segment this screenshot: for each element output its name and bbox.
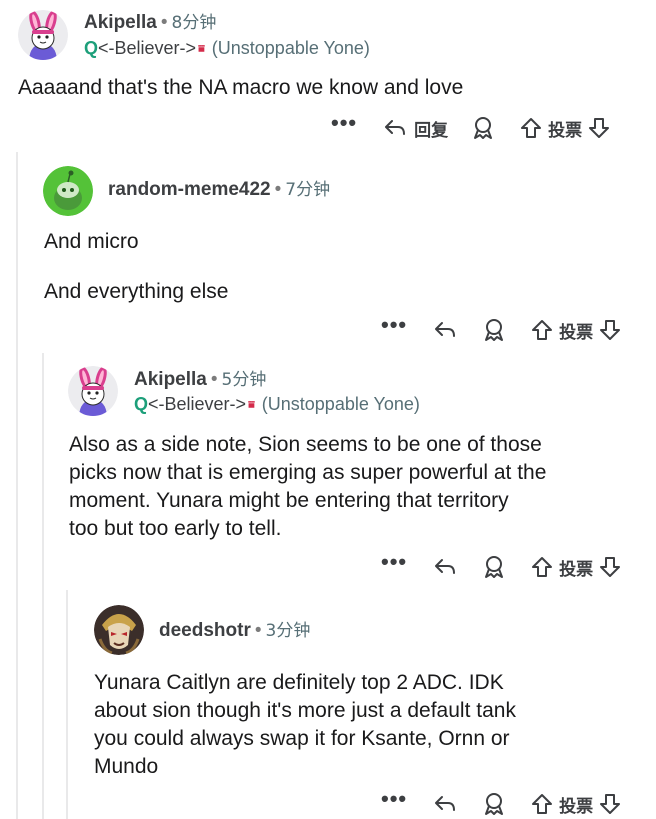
thread-line[interactable] [42, 353, 44, 819]
downvote-button[interactable] [599, 793, 621, 815]
comment-actions: ••• 投票 [381, 314, 621, 345]
comment-meta: Akipella • 5分钟 [134, 368, 266, 392]
comment-paragraph: Also as a side note, Sion seems to be on… [69, 433, 542, 456]
award-button[interactable] [483, 318, 505, 342]
flair-tag: <-Believer-> [148, 394, 247, 414]
downvote-button[interactable] [599, 556, 621, 578]
comment-body: Aaaaand that's the NA macro we know and … [18, 74, 463, 102]
username[interactable]: Akipella [84, 12, 157, 33]
downvote-button[interactable] [588, 117, 610, 139]
award-icon [485, 319, 504, 341]
upvote-icon [521, 118, 542, 138]
flair-logo-icon: ⩸ [248, 399, 255, 411]
flair-text: (Unstoppable Yone) [261, 394, 420, 414]
separator-dot: • [274, 179, 282, 200]
comment-meta: Akipella • 8分钟 [84, 11, 216, 35]
username[interactable]: deedshotr [159, 620, 251, 641]
more-button[interactable]: ••• [381, 551, 407, 573]
avatar[interactable] [94, 605, 144, 655]
username[interactable]: Akipella [134, 369, 207, 390]
flair-tag: <-Believer-> [98, 38, 197, 58]
comment-paragraph: And micro [44, 230, 139, 253]
reply-icon [435, 796, 456, 811]
comment-meta: random-meme422 • 7分钟 [108, 178, 330, 202]
comment-paragraph: about sion though it's more just a defau… [94, 699, 516, 722]
award-icon [474, 117, 493, 139]
comment-paragraph: too but too early to tell. [69, 517, 282, 540]
timestamp: 7分钟 [285, 180, 331, 200]
comment-paragraph: you could always swap it for Ksante, Orn… [94, 727, 510, 750]
more-button[interactable]: ••• [381, 788, 407, 810]
upvote-button[interactable] [531, 793, 553, 815]
award-icon [485, 556, 504, 578]
award-button[interactable] [483, 555, 505, 579]
comment-body: Also as a side note, Sion seems to be on… [69, 431, 546, 543]
thread-line[interactable] [16, 152, 18, 819]
comment-paragraph: Aaaaand that's the NA macro we know and … [18, 76, 464, 99]
more-button[interactable]: ••• [381, 314, 407, 336]
reply-icon [385, 120, 406, 135]
comment-paragraph: Mundo [94, 755, 159, 778]
flair-logo-icon: ⩸ [198, 43, 205, 55]
timestamp: 8分钟 [171, 13, 217, 33]
award-button[interactable] [483, 792, 505, 816]
award-icon [485, 793, 504, 815]
comment-body: Yunara Caitlyn are definitely top 2 ADC.… [94, 669, 516, 781]
comment-paragraph: And everything else [44, 280, 229, 303]
bunny-avatar-icon [68, 366, 118, 416]
separator-dot: • [254, 620, 262, 641]
comment-paragraph: Yunara Caitlyn are definitely top 2 ADC.… [94, 671, 504, 694]
upvote-button[interactable] [520, 117, 542, 139]
comment-paragraph: picks now that is emerging as super powe… [69, 461, 547, 484]
separator-dot: • [210, 369, 218, 390]
reply-button[interactable] [433, 556, 457, 578]
avatar[interactable] [43, 166, 93, 216]
downvote-icon [600, 794, 621, 814]
username[interactable]: random-meme422 [108, 179, 271, 200]
downvote-icon [600, 557, 621, 577]
avatar[interactable] [68, 366, 118, 416]
reply-icon [435, 559, 456, 574]
comment-paragraph: moment. Yunara might be entering that te… [69, 489, 509, 512]
comment-actions: ••• 投票 [381, 788, 621, 819]
reply-icon [435, 322, 456, 337]
vote-label: 投票 [559, 796, 594, 817]
snoo-avatar-icon [43, 166, 93, 216]
reply-button[interactable]: 回复 [383, 116, 448, 141]
comment-actions: ••• 投票 [381, 551, 621, 582]
flair-prefix: Q [134, 394, 149, 414]
warrior-avatar-icon [94, 605, 144, 655]
timestamp: 3分钟 [265, 621, 311, 641]
timestamp: 5分钟 [221, 370, 267, 390]
downvote-icon [600, 320, 621, 340]
user-flair: Q<-Believer-> ⩸ (Unstoppable Yone) [84, 37, 370, 60]
separator-dot: • [160, 12, 168, 33]
upvote-button[interactable] [531, 319, 553, 341]
comment-meta: deedshotr • 3分钟 [159, 619, 310, 643]
vote-label: 投票 [559, 322, 594, 343]
upvote-icon [532, 320, 553, 340]
vote-label: 投票 [559, 559, 594, 580]
flair-prefix: Q [84, 38, 99, 58]
vote-label: 投票 [548, 120, 583, 141]
downvote-icon [589, 118, 610, 138]
upvote-button[interactable] [531, 556, 553, 578]
upvote-icon [532, 557, 553, 577]
flair-text: (Unstoppable Yone) [211, 38, 370, 58]
reply-button[interactable] [433, 793, 457, 815]
more-button[interactable]: ••• [331, 112, 357, 134]
comment-body: And micro And everything else [44, 228, 228, 306]
award-button[interactable] [472, 116, 494, 140]
reply-button[interactable] [433, 319, 457, 341]
comment-actions: ••• 回复 投票 [331, 112, 610, 143]
downvote-button[interactable] [599, 319, 621, 341]
user-flair: Q<-Believer-> ⩸ (Unstoppable Yone) [134, 393, 420, 416]
reply-label: 回复 [414, 120, 449, 141]
bunny-avatar-icon [18, 10, 68, 60]
avatar[interactable] [18, 10, 68, 60]
upvote-icon [532, 794, 553, 814]
thread-line[interactable] [66, 590, 68, 819]
